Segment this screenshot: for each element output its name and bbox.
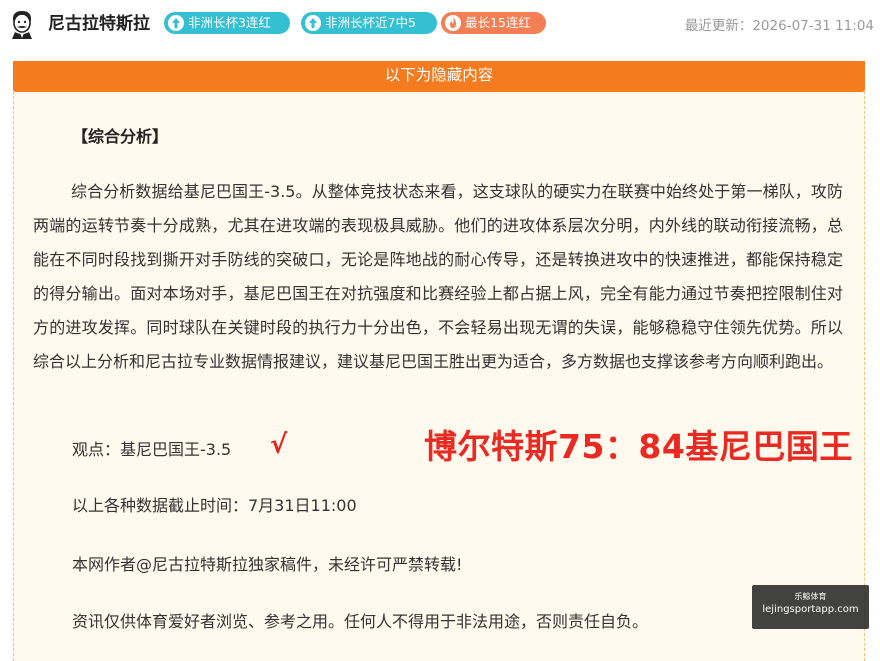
disclaimer-notice: 资讯仅供体育爱好者浏览、参考之用。任何人不得用于非法用途，否则责任自负。: [72, 612, 649, 631]
watermark-url: lejingsportapp.com: [762, 604, 859, 615]
viewpoint-text: 观点：基尼巴国王-3.5: [72, 440, 232, 459]
hidden-content-bar: 以下为隐藏内容: [13, 61, 865, 92]
record-badge-1[interactable]: 非洲长杯3连红: [164, 12, 290, 34]
record-badge-2[interactable]: 非洲长杯近7中5: [301, 12, 437, 34]
watermark-logo-text: 乐鲸体育: [794, 592, 827, 601]
section-title: 【综合分析】: [72, 127, 169, 146]
match-result: 博尔特斯75：84基尼巴国王: [424, 427, 853, 466]
arrow-up-icon: [305, 15, 321, 31]
record-badge-3[interactable]: 最长15连红: [441, 12, 546, 34]
update-time: 最近更新：2026-07-31 11:04: [684, 18, 874, 34]
badge-label: 非洲长杯3连红: [188, 15, 271, 30]
avatar[interactable]: [8, 8, 36, 40]
check-mark: √: [270, 430, 288, 460]
analysis-paragraph: 综合分析数据给基尼巴国王-3.5。从整体竞技状态来看，这支球队的硬实力在联赛中始…: [33, 182, 843, 371]
arrow-up-icon: [168, 15, 184, 31]
page-header: 尼古拉特斯拉 非洲长杯3连红 非洲长杯近7中5 最长15连红 最近更新：2026…: [0, 0, 880, 50]
flame-icon: [445, 15, 461, 31]
badge-label: 非洲长杯近7中5: [325, 15, 416, 30]
site-watermark: 乐鲸体育 lejingsportapp.com: [752, 585, 869, 629]
data-cutoff-time: 以上各种数据截止时间：7月31日11:00: [72, 496, 357, 515]
author-name[interactable]: 尼古拉特斯拉: [48, 12, 150, 36]
copyright-notice: 本网作者@尼古拉特斯拉独家稿件，未经许可严禁转载!: [72, 555, 463, 574]
badge-label: 最长15连红: [465, 15, 531, 30]
